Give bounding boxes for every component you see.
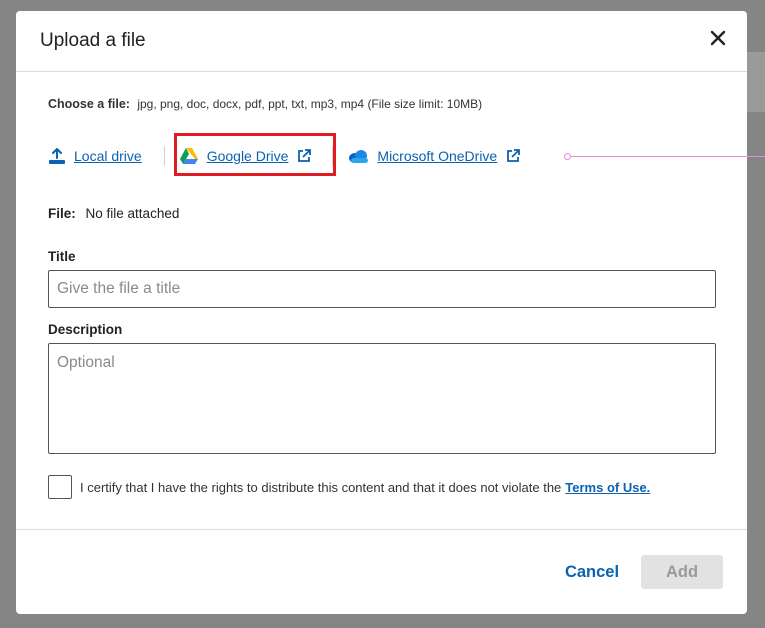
source-onedrive-label: Microsoft OneDrive xyxy=(377,148,498,164)
dialog-title: Upload a file xyxy=(40,30,146,51)
external-link-icon xyxy=(507,149,521,162)
file-label: File: xyxy=(48,206,76,221)
title-label: Title xyxy=(48,249,76,264)
file-type-info: Choose a file: jpg, png, doc, docx, pdf,… xyxy=(48,97,482,111)
source-local-drive[interactable]: Local drive xyxy=(48,147,142,165)
onedrive-cloud-icon xyxy=(349,150,369,163)
upload-icon xyxy=(49,148,65,164)
file-value: No file attached xyxy=(85,206,180,221)
title-input[interactable] xyxy=(48,270,716,308)
file-status: File: No file attached xyxy=(48,206,179,221)
source-onedrive[interactable]: Microsoft OneDrive xyxy=(347,148,521,164)
close-icon xyxy=(710,30,726,46)
description-label: Description xyxy=(48,322,123,337)
upload-dialog: Upload a file Choose a file: jpg, png, d… xyxy=(16,11,747,614)
certify-checkbox[interactable] xyxy=(48,475,72,499)
add-button[interactable]: Add xyxy=(641,555,723,589)
description-textarea[interactable] xyxy=(48,343,716,454)
close-button[interactable] xyxy=(707,27,729,49)
dialog-header: Upload a file xyxy=(16,11,747,72)
cancel-button[interactable]: Cancel xyxy=(552,555,632,589)
footer-divider xyxy=(16,529,747,530)
certify-text: I certify that I have the rights to dist… xyxy=(80,479,562,495)
choose-file-label: Choose a file: xyxy=(48,97,130,111)
allowed-formats-text: jpg, png, doc, docx, pdf, ppt, txt, mp3,… xyxy=(137,97,483,111)
certify-row: I certify that I have the rights to dist… xyxy=(48,475,650,499)
google-drive-highlight-box xyxy=(174,133,336,176)
source-divider xyxy=(163,146,165,166)
terms-of-use-link[interactable]: Terms of Use. xyxy=(565,480,650,495)
source-local-drive-label: Local drive xyxy=(74,148,142,164)
annotation-arrow-head xyxy=(564,153,571,160)
annotation-arrow-line xyxy=(568,156,765,157)
